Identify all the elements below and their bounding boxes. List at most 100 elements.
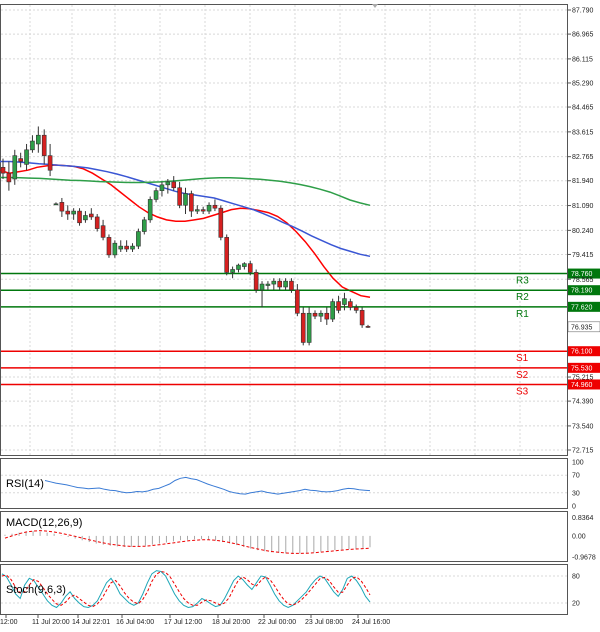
candle-body	[289, 280, 294, 291]
price-tick-label: 79.415	[572, 252, 594, 259]
time-tick-label: 14 Jul 22:01	[72, 619, 110, 626]
macd-title: MACD(12,26,9)	[6, 517, 82, 529]
candle-body	[306, 312, 312, 343]
candle-body	[147, 199, 153, 221]
time-tick-label: 11 Jul 20:00	[32, 619, 70, 626]
candle-body	[194, 209, 200, 212]
candle-body	[318, 312, 324, 317]
candle-body	[359, 310, 365, 326]
stoch-tick-label: 80	[572, 574, 580, 581]
candle-body	[271, 280, 277, 285]
price-tick-label: 74.390	[572, 399, 594, 406]
candle	[300, 307, 306, 346]
candle-body	[94, 216, 100, 229]
level-label-s1: S1	[516, 353, 529, 364]
candle-body	[312, 312, 318, 317]
candle-body	[189, 193, 194, 212]
candle-body	[89, 213, 94, 218]
candle-body	[300, 312, 306, 343]
candle-body	[18, 158, 23, 162]
level-label-r3: R3	[516, 276, 529, 287]
rsi-tick-label: 70	[572, 473, 580, 480]
price-tick-label: 84.465	[572, 105, 594, 112]
stoch-tick-label: 20	[572, 601, 580, 608]
candle-body	[365, 326, 371, 328]
candle-body	[277, 280, 282, 288]
macd-tick-label: 0.00	[572, 533, 586, 540]
candle-body	[206, 204, 212, 212]
price-tick-label: 81.940	[572, 178, 594, 185]
candle-body	[83, 215, 88, 221]
rsi-tick-label: 100	[572, 460, 584, 467]
price-tick-label: 83.615	[572, 129, 594, 136]
price-tick-label: 82.765	[572, 154, 594, 161]
candle-body	[118, 245, 124, 250]
time-tick-label: 22 Jul 00:00	[258, 619, 296, 626]
candle-body	[165, 181, 171, 186]
candle	[136, 228, 141, 250]
candle-body	[77, 210, 82, 224]
candle-body	[65, 210, 71, 215]
candle-body	[47, 155, 53, 171]
candle-body	[242, 263, 247, 267]
time-tick-label: 12:00	[0, 619, 18, 626]
candle-body	[218, 207, 224, 238]
price-tick-label: 78.565	[572, 277, 594, 284]
candle	[224, 234, 230, 276]
candle-body	[342, 298, 347, 305]
candle-body	[100, 225, 106, 238]
candle-body	[0, 167, 6, 174]
candle-body	[112, 242, 118, 256]
level-tag-text: 78.190	[571, 288, 593, 295]
forex-chart: R378.760R278.190R177.620S176.100S275.530…	[0, 0, 600, 632]
candle-body	[136, 231, 141, 247]
candle-body	[30, 140, 35, 151]
price-tick-label: 85.290	[572, 80, 594, 87]
candle-body	[183, 193, 188, 206]
level-tag-text: 74.960	[571, 382, 593, 389]
price-tick-label: 86.965	[572, 32, 594, 39]
rsi-title: RSI(14)	[6, 478, 44, 490]
candle-body	[259, 283, 265, 291]
candle-body	[212, 204, 218, 209]
candle-body	[36, 134, 41, 145]
candle-body	[59, 202, 65, 212]
time-tick-label: 23 Jul 08:00	[305, 619, 343, 626]
candle-body	[41, 134, 47, 156]
candle-body	[106, 237, 112, 256]
candle-body	[224, 237, 230, 273]
level-label-r2: R2	[516, 292, 529, 303]
level-tag-text: 76.100	[571, 349, 593, 356]
candle-body	[247, 263, 253, 273]
time-tick-label: 16 Jul 04:00	[116, 619, 154, 626]
candle-body	[236, 264, 241, 270]
candle	[77, 208, 82, 226]
current-price-label: 76.935	[571, 324, 593, 331]
candle-body	[12, 155, 18, 180]
candle-body	[6, 172, 12, 183]
candle-body	[283, 280, 288, 288]
level-label-s3: S3	[516, 386, 529, 397]
candle-body	[336, 301, 341, 311]
candle	[253, 269, 259, 293]
candle-body	[230, 269, 235, 273]
candle-body	[200, 209, 206, 212]
candle-body	[324, 312, 330, 320]
candle-body	[53, 203, 59, 206]
price-tick-label: 73.540	[572, 423, 594, 430]
candle-body	[124, 245, 129, 250]
candle-body	[159, 184, 165, 191]
candle-body	[330, 301, 335, 320]
macd-tick-label: 0.8364	[572, 515, 594, 522]
candle-body	[348, 301, 353, 308]
time-tick-label: 24 Jul 16:00	[352, 619, 390, 626]
level-label-r1: R1	[516, 309, 529, 320]
price-tick-label: 81.090	[572, 203, 594, 210]
candle	[306, 307, 312, 346]
candle	[359, 307, 365, 328]
time-tick-label: 17 Jul 12:00	[164, 619, 202, 626]
price-tick-label: 87.790	[572, 8, 594, 15]
candle	[112, 240, 118, 258]
level-label-s2: S2	[516, 370, 529, 381]
price-tick-label: 80.240	[572, 228, 594, 235]
